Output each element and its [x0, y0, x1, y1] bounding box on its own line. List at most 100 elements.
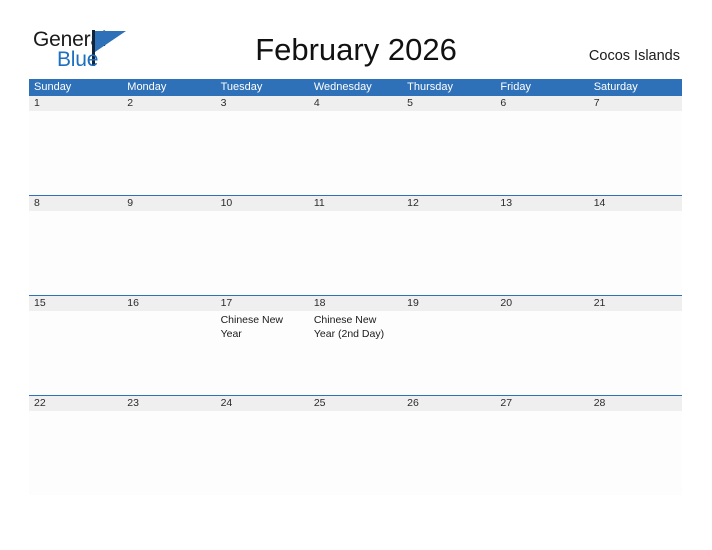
day-number: 13 — [495, 196, 589, 211]
weekday-header-thursday: Thursday — [407, 81, 453, 93]
day-events — [309, 411, 402, 414]
calendar-weeks: 1 2 3 4 5 6 7 8 9 10 11 12 13 14 15 16 17 Chinese New Yea… — [29, 96, 682, 495]
day-number: 22 — [29, 396, 123, 411]
calendar-day-cell[interactable]: 27 — [495, 396, 589, 495]
event-label: Chinese New Year (2nd Day) — [313, 314, 385, 340]
weekday-header-saturday: Saturday — [593, 81, 638, 93]
calendar-grid: Sunday Monday Tuesday Wednesday Thursday… — [29, 79, 682, 495]
day-number: 17 — [215, 296, 309, 311]
calendar-day-cell[interactable]: 2 — [122, 96, 216, 195]
day-events — [122, 111, 215, 114]
day-events: Chinese New Year (2nd Day) — [309, 311, 402, 341]
calendar-day-cell[interactable]: 26 — [402, 396, 496, 495]
day-number: 23 — [122, 396, 216, 411]
day-number: 27 — [495, 396, 589, 411]
day-number: 1 — [29, 96, 123, 111]
calendar-week-row: 22 23 24 25 26 27 28 — [29, 395, 682, 495]
day-events — [216, 111, 309, 114]
day-events — [589, 211, 682, 214]
day-number: 15 — [29, 296, 123, 311]
day-events — [495, 211, 588, 214]
calendar-day-cell[interactable]: 18 Chinese New Year (2nd Day) — [308, 296, 403, 395]
calendar-day-cell[interactable]: 15 — [29, 296, 123, 395]
event-label: Chinese New Year — [220, 314, 284, 340]
calendar-day-cell[interactable]: 11 — [308, 196, 403, 295]
day-events — [402, 211, 495, 214]
day-events — [29, 111, 122, 114]
calendar-week-row: 1234567 — [29, 96, 682, 195]
page-header: General Blue February 2026 Cocos Islands — [0, 0, 712, 76]
calendar-day-cell[interactable]: 9 — [122, 196, 216, 295]
day-number: 10 — [215, 196, 309, 211]
calendar-day-cell[interactable]: 22 — [29, 396, 123, 495]
calendar-day-cell[interactable]: 17 Chinese New Year — [215, 296, 309, 395]
calendar-day-cell[interactable]: 14 — [588, 196, 682, 295]
day-number: 18 — [308, 296, 403, 311]
day-number: 24 — [215, 396, 309, 411]
day-events — [402, 411, 495, 414]
calendar-day-cell[interactable]: 13 — [495, 196, 589, 295]
day-number: 11 — [308, 196, 403, 211]
calendar-day-cell[interactable]: 5 — [402, 96, 496, 195]
day-events — [216, 411, 309, 414]
day-number: 16 — [122, 296, 216, 311]
day-events — [495, 311, 588, 314]
day-events — [122, 411, 215, 414]
calendar-day-cell[interactable]: 7 — [588, 96, 682, 195]
day-number: 4 — [308, 96, 403, 111]
day-number: 3 — [215, 96, 309, 111]
day-number: 21 — [588, 296, 682, 311]
calendar-day-cell[interactable]: 1 — [29, 96, 123, 195]
day-number: 28 — [588, 396, 682, 411]
calendar-day-cell[interactable]: 16 — [122, 296, 216, 395]
day-number: 26 — [402, 396, 496, 411]
calendar-day-cell[interactable]: 20 — [495, 296, 589, 395]
day-number: 14 — [588, 196, 682, 211]
weekday-header-sunday: Sunday — [34, 81, 72, 93]
day-events: Chinese New Year — [216, 311, 309, 341]
calendar-day-cell[interactable]: 28 — [588, 396, 682, 495]
calendar-page: General Blue February 2026 Cocos Islands… — [0, 0, 712, 550]
calendar-week-row: 8 9 10 11 12 13 14 — [29, 195, 682, 295]
weekday-header-wednesday: Wednesday — [313, 81, 372, 93]
calendar-day-cell[interactable]: 25 — [308, 396, 403, 495]
day-events — [402, 311, 495, 314]
day-events — [495, 111, 588, 114]
day-number: 20 — [495, 296, 589, 311]
day-events — [309, 111, 402, 114]
day-events — [309, 211, 402, 214]
day-events — [122, 311, 215, 314]
day-events — [216, 211, 309, 214]
day-number: 5 — [402, 96, 496, 111]
day-events — [122, 211, 215, 214]
day-events — [495, 411, 588, 414]
calendar-day-cell[interactable]: 10 — [215, 196, 309, 295]
day-number: 8 — [29, 196, 123, 211]
weekday-header-row: Sunday Monday Tuesday Wednesday Thursday… — [29, 79, 682, 96]
day-number: 9 — [122, 196, 216, 211]
day-number: 6 — [495, 96, 589, 111]
day-number: 2 — [122, 96, 216, 111]
calendar-day-cell[interactable]: 3 — [215, 96, 309, 195]
calendar-day-cell[interactable]: 19 — [402, 296, 496, 395]
day-number: 12 — [402, 196, 496, 211]
calendar-day-cell[interactable]: 4 — [308, 96, 403, 195]
day-events — [402, 111, 495, 114]
day-events — [589, 111, 682, 114]
weekday-header-tuesday: Tuesday — [220, 81, 263, 93]
region-label: Cocos Islands — [588, 48, 680, 64]
calendar-day-cell[interactable]: 6 — [495, 96, 589, 195]
calendar-day-cell[interactable]: 12 — [402, 196, 496, 295]
day-number: 25 — [308, 396, 403, 411]
day-events — [589, 411, 682, 414]
day-events — [29, 311, 122, 314]
weekday-header-monday: Monday — [127, 81, 167, 93]
day-events — [29, 211, 122, 214]
calendar-week-row: 15 16 17 Chinese New Year 18 Chinese New Year… — [29, 295, 682, 395]
weekday-header-friday: Friday — [500, 81, 531, 93]
calendar-day-cell[interactable]: 24 — [215, 396, 309, 495]
day-number: 7 — [588, 96, 682, 111]
calendar-day-cell[interactable]: 8 — [29, 196, 123, 295]
calendar-day-cell[interactable]: 21 — [588, 296, 682, 395]
calendar-day-cell[interactable]: 23 — [122, 396, 216, 495]
